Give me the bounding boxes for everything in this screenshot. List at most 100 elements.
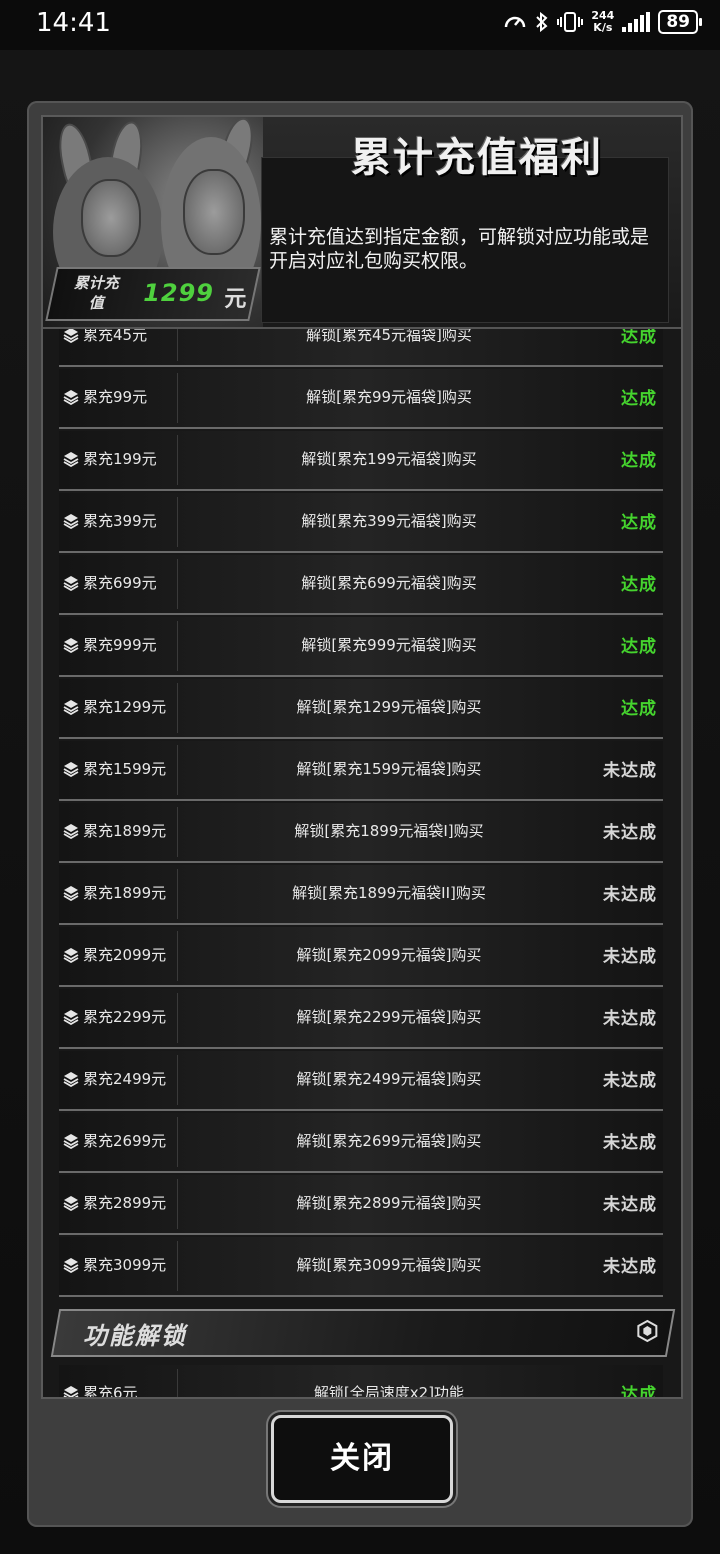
reward-description: 解锁[累充45元福袋]购买 xyxy=(306,329,472,344)
total-recharge-unit: 元 xyxy=(224,287,247,312)
row-divider xyxy=(177,869,178,919)
reward-row: 累充1899元 解锁[累充1899元福袋I]购买 未达成 xyxy=(59,803,663,863)
achievement-status: 达成 xyxy=(621,699,657,719)
status-icons: 244 K/s 89 xyxy=(503,10,702,34)
recharge-rewards-dialog: 累计充值 1299 元 累计充值福利 累计充值达到指定金额，可解锁对应功能或是开… xyxy=(27,101,693,1527)
layers-icon xyxy=(63,514,79,529)
speed-icon xyxy=(505,16,526,28)
character-portrait: 累计充值 1299 元 xyxy=(43,117,263,327)
achievement-status: 未达成 xyxy=(603,1071,657,1091)
recharge-requirement: 累充99元 xyxy=(83,388,148,406)
achievement-status: 达成 xyxy=(621,575,657,595)
recharge-requirement: 累充45元 xyxy=(83,329,148,344)
reward-row: 累充199元 解锁[累充199元福袋]购买 达成 xyxy=(59,431,663,491)
total-recharge-value: 1299 xyxy=(143,279,215,307)
total-recharge-box: 累计充值 1299 元 xyxy=(45,267,261,321)
reward-row: 累充45元 解锁[累充45元福袋]购买 达成 xyxy=(59,329,663,367)
bluetooth-icon xyxy=(536,11,548,33)
hexagon-icon xyxy=(637,1319,658,1343)
achievement-status: 达成 xyxy=(621,1385,657,1397)
achievement-status: 未达成 xyxy=(603,1195,657,1215)
row-divider xyxy=(177,1117,178,1167)
net-speed-unit: K/s xyxy=(593,21,613,34)
dialog-header: 累计充值 1299 元 累计充值福利 累计充值达到指定金额，可解锁对应功能或是开… xyxy=(43,117,681,329)
reward-row: 累充2099元 解锁[累充2099元福袋]购买 未达成 xyxy=(59,927,663,987)
reward-row: 累充99元 解锁[累充99元福袋]购买 达成 xyxy=(59,369,663,429)
reward-description: 解锁[累充1899元福袋II]购买 xyxy=(292,884,486,902)
reward-description: 解锁[累充999元福袋]购买 xyxy=(301,636,477,654)
recharge-requirement: 累充1899元 xyxy=(83,822,167,840)
recharge-requirement: 累充1299元 xyxy=(83,698,167,716)
reward-row: 累充1899元 解锁[累充1899元福袋II]购买 未达成 xyxy=(59,865,663,925)
row-divider xyxy=(177,993,178,1043)
recharge-requirement: 累充2299元 xyxy=(83,1008,167,1026)
reward-description: 解锁[累充2099元福袋]购买 xyxy=(296,946,482,964)
recharge-requirement: 累充1899元 xyxy=(83,884,167,902)
layers-icon xyxy=(63,638,79,653)
reward-row: 累充1299元 解锁[累充1299元福袋]购买 达成 xyxy=(59,679,663,739)
reward-list-content: 累充45元 解锁[累充45元福袋]购买 达成 累充99元 解锁[累充99元福袋]… xyxy=(43,329,681,1397)
recharge-requirement: 累充3099元 xyxy=(83,1256,167,1274)
vibrate-icon xyxy=(557,12,584,32)
layers-icon xyxy=(63,1258,79,1273)
layers-icon xyxy=(63,390,79,405)
layers-icon xyxy=(63,452,79,467)
row-divider xyxy=(177,435,178,485)
status-bar: 14:41 244 K/s 89 xyxy=(0,0,720,50)
layers-icon xyxy=(63,1386,79,1397)
close-button[interactable]: 关闭 xyxy=(271,1415,453,1503)
reward-list[interactable]: 累充45元 解锁[累充45元福袋]购买 达成 累充99元 解锁[累充99元福袋]… xyxy=(43,329,681,1397)
recharge-rows: 累充45元 解锁[累充45元福袋]购买 达成 累充99元 解锁[累充99元福袋]… xyxy=(43,329,681,1297)
achievement-status: 达成 xyxy=(621,451,657,471)
reward-description: 解锁[累充99元福袋]购买 xyxy=(306,388,472,406)
row-divider xyxy=(177,373,178,423)
layers-icon xyxy=(63,700,79,715)
dialog-description: 累计充值达到指定金额，可解锁对应功能或是开启对应礼包购买权限。 xyxy=(269,226,650,272)
net-speed: 244 K/s xyxy=(591,10,614,34)
recharge-requirement: 累充1599元 xyxy=(83,760,167,778)
recharge-requirement: 累充2699元 xyxy=(83,1132,167,1150)
layers-icon xyxy=(63,329,79,343)
reward-row: 累充2499元 解锁[累充2499元福袋]购买 未达成 xyxy=(59,1051,663,1111)
achievement-status: 达成 xyxy=(621,513,657,533)
reward-row: 累充1599元 解锁[累充1599元福袋]购买 未达成 xyxy=(59,741,663,801)
layers-icon xyxy=(63,886,79,901)
dialog-title: 累计充值福利 xyxy=(351,135,603,181)
reward-description: 解锁[累充1299元福袋]购买 xyxy=(296,698,482,716)
reward-row: 累充399元 解锁[累充399元福袋]购买 达成 xyxy=(59,493,663,553)
reward-description: 解锁[全局速度x2]功能 xyxy=(313,1384,465,1397)
reward-description: 解锁[累充199元福袋]购买 xyxy=(301,450,477,468)
achievement-status: 达成 xyxy=(621,389,657,409)
reward-description: 解锁[累充2299元福袋]购买 xyxy=(296,1008,482,1026)
row-divider xyxy=(177,1369,178,1397)
reward-row: 累充2699元 解锁[累充2699元福袋]购买 未达成 xyxy=(59,1113,663,1173)
reward-description: 解锁[累充2499元福袋]购买 xyxy=(296,1070,482,1088)
recharge-requirement: 累充6元 xyxy=(83,1384,138,1397)
total-recharge-label: 累计充值 xyxy=(73,274,119,312)
achievement-status: 未达成 xyxy=(603,823,657,843)
reward-description: 解锁[累充3099元福袋]购买 xyxy=(296,1256,482,1274)
feature-unlock-section: 功能解锁 xyxy=(50,1309,676,1357)
section-title: 功能解锁 xyxy=(82,1322,187,1350)
row-divider xyxy=(177,559,178,609)
layers-icon xyxy=(63,1196,79,1211)
reward-description: 解锁[累充2899元福袋]购买 xyxy=(296,1194,482,1212)
row-divider xyxy=(177,683,178,733)
reward-row: 累充6元 解锁[全局速度x2]功能 达成 xyxy=(59,1365,663,1397)
recharge-requirement: 累充2099元 xyxy=(83,946,167,964)
reward-row: 累充2899元 解锁[累充2899元福袋]购买 未达成 xyxy=(59,1175,663,1235)
rewards-panel: 累计充值 1299 元 累计充值福利 累计充值达到指定金额，可解锁对应功能或是开… xyxy=(41,115,683,1399)
achievement-status: 达成 xyxy=(621,637,657,657)
row-divider xyxy=(177,497,178,547)
layers-icon xyxy=(63,1010,79,1025)
battery-icon: 89 xyxy=(658,10,702,34)
layers-icon xyxy=(63,1072,79,1087)
reward-description: 解锁[累充399元福袋]购买 xyxy=(301,512,477,530)
row-divider xyxy=(177,807,178,857)
reward-row: 累充3099元 解锁[累充3099元福袋]购买 未达成 xyxy=(59,1237,663,1297)
reward-row: 累充999元 解锁[累充999元福袋]购买 达成 xyxy=(59,617,663,677)
battery-level: 89 xyxy=(666,12,690,32)
signal-icon xyxy=(622,12,651,32)
reward-description: 解锁[累充2699元福袋]购买 xyxy=(296,1132,482,1150)
recharge-requirement: 累充699元 xyxy=(83,574,157,592)
